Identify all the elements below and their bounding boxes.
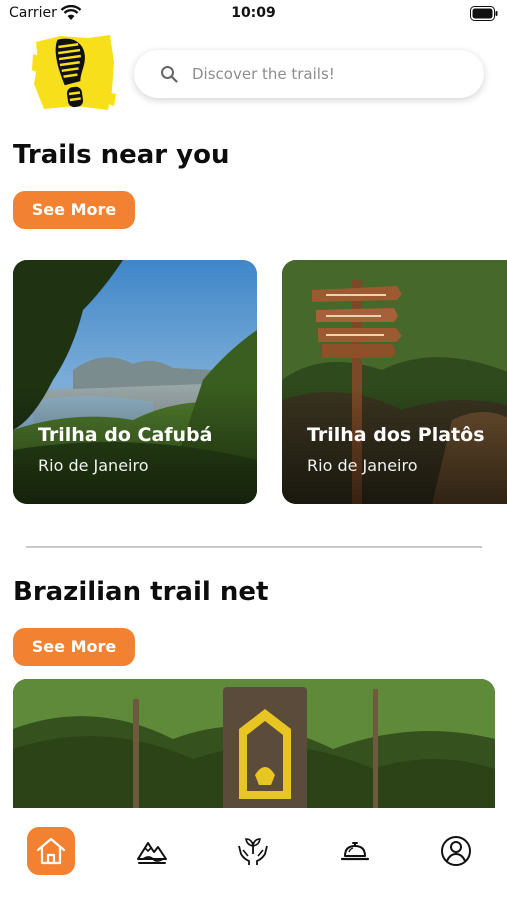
trail-card-cafuba[interactable]: Trilha do Cafubá Rio de Janeiro <box>13 260 257 504</box>
user-icon <box>441 836 471 866</box>
trail-card-platos[interactable]: Trilha dos Platôs Rio de Janeiro <box>282 260 507 504</box>
tab-home[interactable] <box>27 827 75 875</box>
battery-icon <box>470 6 498 21</box>
tab-trails[interactable] <box>128 827 176 875</box>
hands-plant-icon <box>238 838 268 865</box>
see-more-button-brazilian-net[interactable]: See More <box>13 628 135 666</box>
section-title-trails-near-you: Trails near you <box>13 140 230 170</box>
trail-card-location: Rio de Janeiro <box>307 456 418 475</box>
tab-services[interactable] <box>331 827 379 875</box>
home-icon <box>36 837 66 865</box>
tab-profile[interactable] <box>432 827 480 875</box>
trail-card-title: Trilha dos Platôs <box>307 424 485 446</box>
search-icon <box>161 66 178 83</box>
status-bar: Carrier 10:09 <box>0 0 507 28</box>
see-more-button-near-you[interactable]: See More <box>13 191 135 229</box>
section-divider <box>26 546 482 548</box>
tab-bar <box>0 808 507 900</box>
status-time: 10:09 <box>231 5 276 21</box>
trail-net-photo <box>13 679 495 829</box>
trail-card-location: Rio de Janeiro <box>38 456 149 475</box>
tab-preservation[interactable] <box>229 827 277 875</box>
mountain-icon <box>137 842 167 864</box>
trail-card-title: Trilha do Cafubá <box>38 424 213 446</box>
brazilian-trail-net-card[interactable] <box>13 679 495 829</box>
search-input[interactable] <box>192 59 462 89</box>
app-logo <box>32 35 116 110</box>
section-title-brazilian-trail-net: Brazilian trail net <box>13 577 269 607</box>
search-bar[interactable] <box>134 50 484 98</box>
service-bell-icon <box>340 842 370 861</box>
